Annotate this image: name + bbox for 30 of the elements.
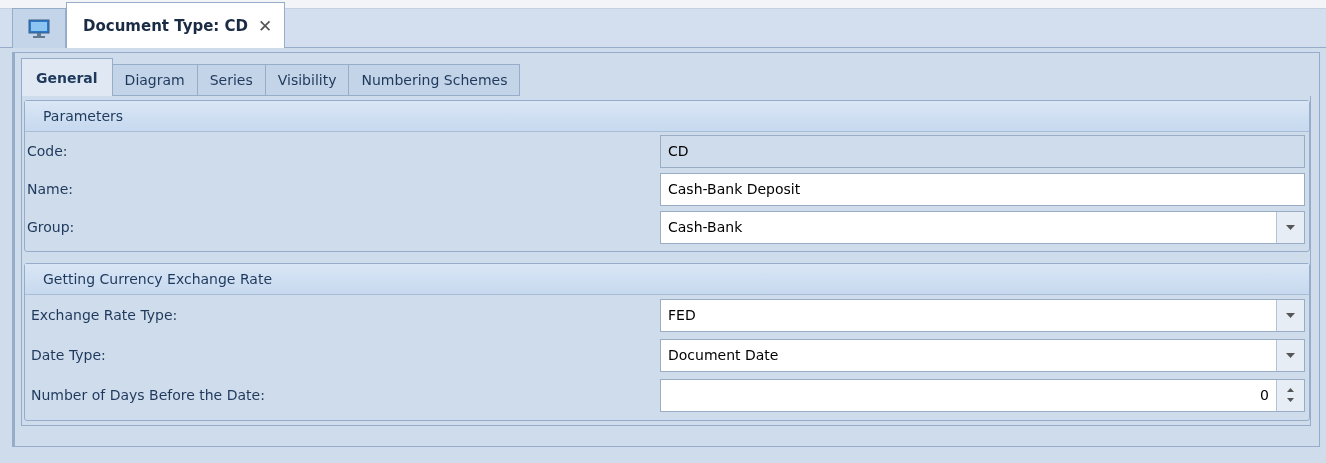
text-field[interactable]: Cash-Bank Deposit [660,172,1305,206]
spin-arrows-icon [1287,388,1294,402]
dropdown-field[interactable]: Document Date [660,338,1305,372]
dropdown-button[interactable] [1276,211,1304,243]
close-button[interactable]: ✕ [258,15,273,36]
monitor-icon[interactable] [28,18,50,39]
field-label: Name: [27,181,74,197]
field-label: Number of Days Before the Date: [31,387,265,403]
dropdown-field[interactable]: Cash-Bank [660,210,1305,244]
dropdown-arrow-icon [1286,224,1295,230]
dropdown-arrow-icon [1286,312,1295,318]
tab[interactable]: General [21,58,113,96]
dropdown-arrow-icon [1286,352,1295,358]
tab[interactable]: Series [196,64,266,96]
dropdown-button[interactable] [1276,339,1304,371]
dropdown-field[interactable]: FED [660,298,1305,332]
code-field: CD [660,134,1305,168]
tab[interactable]: Visibility [264,64,350,96]
group-title: Parameters [43,108,124,124]
tab[interactable]: Diagram [111,64,198,96]
spin-button[interactable] [1276,379,1304,411]
document-tab[interactable]: Document Type: CD ✕ [66,2,286,48]
number-field[interactable]: 0 [660,378,1305,412]
tab[interactable]: Numbering Schemes [348,64,521,96]
dropdown-button[interactable] [1276,299,1304,331]
group-title: Getting Currency Exchange Rate [43,271,273,287]
field-label: Exchange Rate Type: [31,307,178,323]
field-label: Group: [27,219,75,235]
field-label: Code: [27,143,68,159]
field-label: Date Type: [31,347,106,363]
